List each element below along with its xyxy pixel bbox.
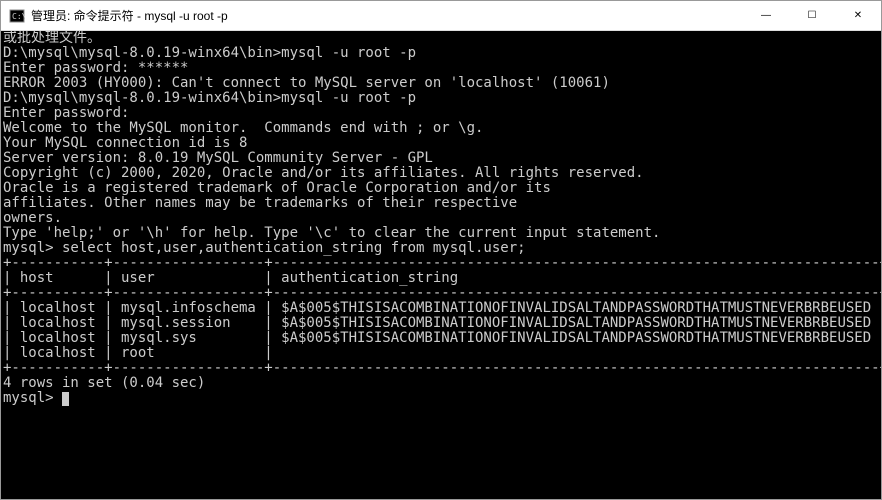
terminal-line: D:\mysql\mysql-8.0.19-winx64\bin>mysql -… <box>3 91 879 106</box>
cursor <box>62 392 69 406</box>
terminal-line: | localhost | mysql.infoschema | $A$005$… <box>3 301 879 316</box>
terminal-line: Enter password: <box>3 106 879 121</box>
terminal-line: +-----------+------------------+--------… <box>3 286 879 301</box>
terminal-line: | localhost | root | | <box>3 346 879 361</box>
terminal-line: Welcome to the MySQL monitor. Commands e… <box>3 121 879 136</box>
minimize-button[interactable]: — <box>743 1 789 30</box>
cmd-icon: C:\ <box>9 8 25 24</box>
terminal-line: +-----------+------------------+--------… <box>3 361 879 376</box>
terminal-line: | localhost | mysql.sys | $A$005$THISISA… <box>3 331 879 346</box>
terminal-line: Enter password: ****** <box>3 61 879 76</box>
terminal-line: +-----------+------------------+--------… <box>3 256 879 271</box>
terminal-line: Server version: 8.0.19 MySQL Community S… <box>3 151 879 166</box>
terminal-line: 或批处理文件。 <box>3 31 879 46</box>
terminal-line: 4 rows in set (0.04 sec) <box>3 376 879 391</box>
maximize-button[interactable]: ☐ <box>789 1 835 30</box>
command-prompt-window: C:\ 管理员: 命令提示符 - mysql -u root -p — ☐ ✕ … <box>0 0 882 500</box>
terminal-line: mysql> select host,user,authentication_s… <box>3 241 879 256</box>
terminal-output[interactable]: 或批处理文件。D:\mysql\mysql-8.0.19-winx64\bin>… <box>1 31 881 499</box>
terminal-line: Copyright (c) 2000, 2020, Oracle and/or … <box>3 166 879 181</box>
window-controls: — ☐ ✕ <box>743 1 881 30</box>
terminal-line: mysql> <box>3 391 879 406</box>
terminal-line: Your MySQL connection id is 8 <box>3 136 879 151</box>
terminal-line: affiliates. Other names may be trademark… <box>3 196 879 211</box>
close-button[interactable]: ✕ <box>835 1 881 30</box>
terminal-line: owners. <box>3 211 879 226</box>
terminal-line: Oracle is a registered trademark of Orac… <box>3 181 879 196</box>
terminal-line: | host | user | authentication_string | <box>3 271 879 286</box>
window-title: 管理员: 命令提示符 - mysql -u root -p <box>31 7 743 24</box>
titlebar[interactable]: C:\ 管理员: 命令提示符 - mysql -u root -p — ☐ ✕ <box>1 1 881 31</box>
terminal-line: | localhost | mysql.session | $A$005$THI… <box>3 316 879 331</box>
terminal-line: D:\mysql\mysql-8.0.19-winx64\bin>mysql -… <box>3 46 879 61</box>
svg-text:C:\: C:\ <box>12 12 25 21</box>
terminal-line: Type 'help;' or '\h' for help. Type '\c'… <box>3 226 879 241</box>
terminal-line: ERROR 2003 (HY000): Can't connect to MyS… <box>3 76 879 91</box>
